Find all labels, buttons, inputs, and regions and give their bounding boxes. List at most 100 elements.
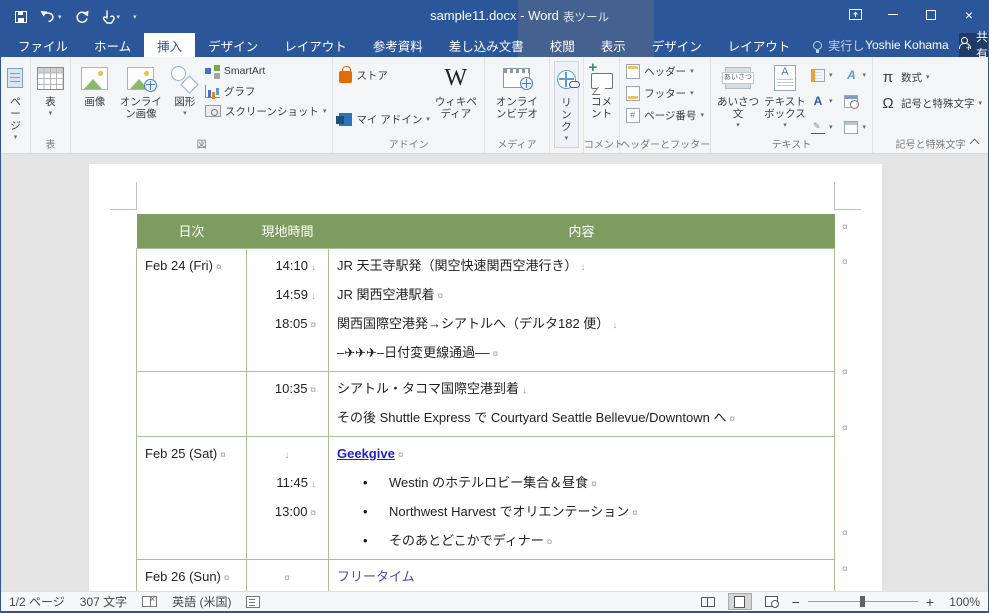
symbol-button[interactable]: Ω 記号と特殊文字 ▾	[877, 93, 984, 113]
tab-design[interactable]: デザイン	[195, 33, 271, 57]
chart-button[interactable]: グラフ	[203, 81, 329, 101]
date-time-button[interactable]	[842, 91, 860, 111]
header-local-time: 現地時間	[246, 214, 329, 248]
online-pictures-button[interactable]: オンライン画像	[115, 61, 167, 122]
ime-icon[interactable]	[246, 595, 261, 608]
shapes-button[interactable]: 図形 ▾	[167, 61, 203, 122]
maximize-button[interactable]	[912, 0, 950, 29]
comment-button[interactable]: コメント	[588, 61, 615, 122]
ribbon-display-options-button[interactable]	[836, 0, 874, 29]
object-button[interactable]: ▾	[842, 117, 868, 137]
save-button[interactable]	[15, 10, 27, 23]
footer-button[interactable]: フッター ▾	[624, 83, 706, 103]
store-button[interactable]: ストア	[337, 65, 431, 85]
group-label-illustrations: 図	[196, 140, 207, 151]
tell-me-box[interactable]: 実行したい作業を入力してください	[813, 33, 865, 57]
zoom-in-button[interactable]: +	[926, 594, 934, 610]
language-indicator[interactable]: 英語 (米国)	[172, 593, 231, 610]
print-layout-button[interactable]	[727, 593, 752, 610]
table-row[interactable]: Feb 26 (Sun) ¤ ¤ フリータイム	[136, 558, 835, 591]
window-controls: ×	[836, 0, 988, 29]
time-cell[interactable]: 10:35 ¤	[246, 370, 329, 437]
wordart-button[interactable]: A ▾	[842, 65, 868, 85]
zoom-slider[interactable]	[807, 596, 918, 607]
web-layout-button[interactable]	[760, 593, 784, 610]
undo-button[interactable]: ▾	[40, 10, 62, 23]
day-cell[interactable]	[136, 370, 247, 437]
table-button[interactable]: 表 ▾	[35, 61, 66, 122]
header-button[interactable]: ヘッダー ▾	[624, 61, 706, 81]
touch-mode-dropdown-arrow[interactable]: ▾	[117, 13, 121, 21]
minimize-button[interactable]	[874, 0, 912, 29]
zoom-slider-handle[interactable]	[859, 596, 865, 607]
signature-line-button[interactable]: ▾	[809, 117, 835, 137]
tab-home[interactable]: ホーム	[81, 33, 144, 57]
quick-access-toolbar: ▾ ▾ ▾	[1, 9, 137, 24]
day-cell[interactable]: Feb 24 (Fri) ¤	[136, 247, 247, 372]
wikipedia-button[interactable]: W ウィキペディア	[432, 61, 480, 122]
user-name[interactable]: Yoshie Kohama	[865, 33, 949, 57]
zoom-level[interactable]: 100%	[942, 595, 980, 609]
tab-view[interactable]: 表示	[588, 33, 639, 57]
signature-line-icon	[810, 121, 825, 134]
comment-icon	[589, 62, 613, 89]
online-video-button[interactable]: オンラインビデオ	[489, 61, 545, 122]
table-row[interactable]: Feb 25 (Sat) ¤ ↓ 11:45 ↓ 13:00 ¤ Geekgive ¤ • West…	[136, 435, 835, 560]
document-area[interactable]: 日次 現地時間 内容 Feb 24 (Fri) ¤ 14:10 ↓ 14:59 ↓ 18:0…	[1, 154, 988, 591]
end-of-row-mark: ¤	[842, 564, 848, 575]
word-count[interactable]: 307 文字	[80, 593, 127, 610]
close-button[interactable]: ×	[950, 0, 988, 29]
qat-customize-button[interactable]: ▾	[133, 13, 137, 21]
store-icon	[339, 66, 353, 83]
link-button[interactable]: リンク ▾	[553, 61, 580, 148]
content-cell[interactable]: フリータイム	[328, 558, 835, 591]
day-cell[interactable]: Feb 26 (Sun) ¤	[136, 558, 247, 591]
tab-layout[interactable]: レイアウト	[271, 33, 360, 57]
pictures-button[interactable]: 画像	[75, 61, 115, 110]
online-video-icon	[503, 68, 534, 90]
quick-parts-icon	[810, 68, 825, 82]
tab-review[interactable]: 校閲	[537, 33, 588, 57]
tab-table-design[interactable]: デザイン	[639, 33, 715, 57]
text-box-button[interactable]: A テキストボックス ▾	[761, 61, 809, 134]
touch-mode-button[interactable]: ▾	[102, 9, 121, 24]
read-mode-button[interactable]	[696, 593, 720, 610]
content-cell[interactable]: JR 天王寺駅発（関空快速関西空港行き） ↓ JR 関西空港駅着 ¤ 関西国際空港発→シ…	[328, 247, 835, 372]
smartart-button[interactable]: SmartArt	[203, 61, 329, 81]
table-row[interactable]: Feb 24 (Fri) ¤ 14:10 ↓ 14:59 ↓ 18:05 ¤ JR 天王寺駅発（…	[136, 247, 835, 372]
table-row[interactable]: 10:35 ¤ シアトル・タコマ国際空港到着 ↓ その後 Shuttle Express…	[136, 370, 835, 437]
tab-table-layout[interactable]: レイアウト	[715, 33, 804, 57]
my-addins-button[interactable]: マイ アドイン ▾	[336, 109, 431, 129]
share-button[interactable]: + 共有	[958, 30, 988, 61]
collapse-ribbon-button[interactable]	[970, 137, 978, 145]
page-indicator[interactable]: 1/2 ページ	[9, 593, 65, 610]
equation-button[interactable]: π 数式 ▾	[877, 67, 984, 87]
page[interactable]: 日次 現地時間 内容 Feb 24 (Fri) ¤ 14:10 ↓ 14:59 ↓ 18:0…	[89, 164, 882, 591]
page-number-button[interactable]: ページ番号▾	[624, 105, 706, 125]
day-cell[interactable]: Feb 25 (Sat) ¤	[136, 435, 247, 560]
pages-button[interactable]: ページ ▾	[5, 61, 26, 146]
itinerary-table[interactable]: 日次 現地時間 内容 Feb 24 (Fri) ¤ 14:10 ↓ 14:59 ↓ 18:0…	[136, 214, 835, 591]
time-cell[interactable]: ¤	[246, 558, 329, 591]
drop-cap-button[interactable]: A ▾	[809, 91, 835, 111]
time-cell[interactable]: 14:10 ↓ 14:59 ↓ 18:05 ¤	[246, 247, 329, 372]
tab-insert[interactable]: 挿入	[144, 33, 196, 57]
tab-file[interactable]: ファイル	[5, 33, 81, 57]
zoom-out-button[interactable]: −	[792, 594, 800, 610]
share-label: 共有	[975, 30, 988, 61]
content-cell[interactable]: Geekgive ¤ • Westin のホテルロビー集合＆昼食 ¤ • Northwest…	[328, 435, 835, 560]
screenshot-button[interactable]: スクリーンショット ▾	[203, 101, 329, 121]
proofing-icon[interactable]	[142, 594, 158, 607]
redo-button[interactable]	[75, 10, 89, 23]
ribbon-display-options-icon	[848, 9, 862, 20]
text-box-icon: A	[773, 65, 796, 91]
print-layout-icon	[734, 595, 746, 608]
tab-references[interactable]: 参考資料	[360, 33, 436, 57]
greeting-button[interactable]: あいさつ あいさつ文 ▾	[715, 61, 761, 134]
tab-mailings[interactable]: 差し込み文書	[436, 33, 537, 57]
quick-parts-button[interactable]: ▾	[809, 65, 835, 85]
content-cell[interactable]: シアトル・タコマ国際空港到着 ↓ その後 Shuttle Express で Cou…	[328, 370, 835, 437]
end-of-row-mark: ¤	[842, 222, 848, 233]
undo-dropdown-arrow[interactable]: ▾	[58, 13, 62, 21]
time-cell[interactable]: ↓ 11:45 ↓ 13:00 ¤	[246, 435, 329, 560]
